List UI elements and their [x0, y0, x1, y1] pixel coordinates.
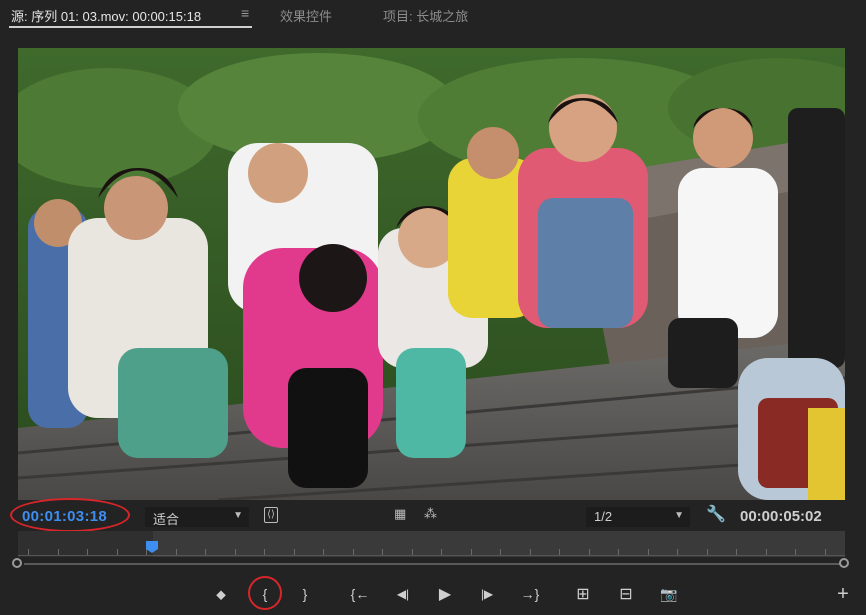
ruler-tick: [116, 549, 118, 555]
chevron-down-icon: ▼: [233, 510, 243, 521]
ruler-tick: [824, 549, 826, 555]
settings-toggle-icon[interactable]: ⟨⟩: [264, 507, 278, 523]
transport-controls: ⬥ { } {← ◀| ▶ |▶ →} ⊞ ⊟ 📷 +: [0, 580, 866, 608]
tab-effect-controls[interactable]: 效果控件: [280, 6, 332, 25]
button-editor-add-button[interactable]: +: [830, 582, 856, 606]
step-back-button[interactable]: ◀|: [390, 582, 416, 606]
ruler-tick: [618, 549, 619, 555]
time-ruler[interactable]: [18, 531, 845, 557]
add-marker-button[interactable]: ⬥: [208, 582, 234, 606]
ruler-tick: [470, 549, 472, 555]
insert-button[interactable]: ⊞: [570, 582, 596, 606]
export-frame-button[interactable]: 📷: [656, 582, 682, 606]
ruler-tick: [795, 549, 796, 555]
ruler-tick: [588, 549, 590, 555]
play-button[interactable]: ▶: [432, 582, 458, 606]
ruler-tick: [677, 549, 678, 555]
ruler-baseline: [18, 555, 845, 556]
go-to-out-button[interactable]: →}: [517, 582, 543, 606]
zoom-scroll-left-handle[interactable]: [12, 558, 22, 568]
drag-audio-only-icon[interactable]: ⁂: [424, 506, 437, 522]
duration-timecode: 00:00:05:02: [740, 508, 822, 525]
in-out-range: [153, 531, 845, 557]
ruler-tick: [87, 549, 88, 555]
playback-resolution-dropdown[interactable]: 1/2 ▼: [586, 507, 690, 527]
tab-source-monitor[interactable]: 源: 序列 01: 03.mov: 00:00:15:18: [11, 6, 201, 25]
playback-resolution-value: 1/2: [594, 509, 613, 524]
ruler-tick: [28, 549, 29, 555]
ruler-tick: [529, 549, 531, 555]
ruler-tick: [382, 549, 383, 555]
ruler-tick: [323, 549, 324, 555]
zoom-level-value: 适合: [153, 512, 180, 527]
ruler-tick: [500, 549, 501, 555]
ruler-tick: [441, 549, 442, 555]
ruler-tick: [352, 549, 354, 555]
ruler-tick: [647, 549, 649, 555]
ruler-tick: [234, 549, 236, 555]
ruler-tick: [765, 549, 767, 555]
chevron-down-icon: ▼: [674, 510, 684, 521]
zoom-scroll-bar[interactable]: [12, 558, 854, 570]
playhead-handle[interactable]: [146, 541, 158, 553]
ruler-tick: [736, 549, 737, 555]
zoom-scroll-track: [24, 563, 842, 565]
ruler-tick: [175, 549, 177, 555]
drag-video-only-icon[interactable]: ▦: [394, 506, 406, 522]
step-forward-button[interactable]: |▶: [474, 582, 500, 606]
video-frame-image: [18, 48, 845, 500]
panel-menu-icon[interactable]: ≡: [241, 5, 249, 21]
mark-out-button[interactable]: }: [292, 582, 318, 606]
go-to-in-button[interactable]: {←: [347, 582, 373, 606]
ruler-tick: [264, 549, 265, 555]
zoom-scroll-right-handle[interactable]: [839, 558, 849, 568]
ruler-tick: [293, 549, 295, 555]
ruler-tick: [559, 549, 560, 555]
active-tab-underline: [9, 26, 252, 28]
wrench-settings-icon[interactable]: 🔧: [706, 504, 726, 524]
panel-tab-bar: 源: 序列 01: 03.mov: 00:00:15:18 ≡ 效果控件 项目:…: [0, 0, 866, 30]
ruler-tick: [57, 549, 59, 555]
current-timecode[interactable]: 00:01:03:18: [22, 508, 107, 525]
mark-in-button[interactable]: {: [252, 582, 278, 606]
ruler-tick: [706, 549, 708, 555]
video-frame: [18, 48, 845, 500]
zoom-level-dropdown[interactable]: 适合 ▼: [145, 507, 249, 527]
ruler-tick: [411, 549, 413, 555]
overwrite-button[interactable]: ⊟: [613, 582, 639, 606]
tab-project[interactable]: 项目: 长城之旅: [383, 6, 468, 25]
monitor-control-row: 00:01:03:18 适合 ▼ ⟨⟩ ▦ ⁂ 1/2 ▼ 🔧 00:00:05…: [0, 502, 866, 530]
ruler-tick: [205, 549, 206, 555]
